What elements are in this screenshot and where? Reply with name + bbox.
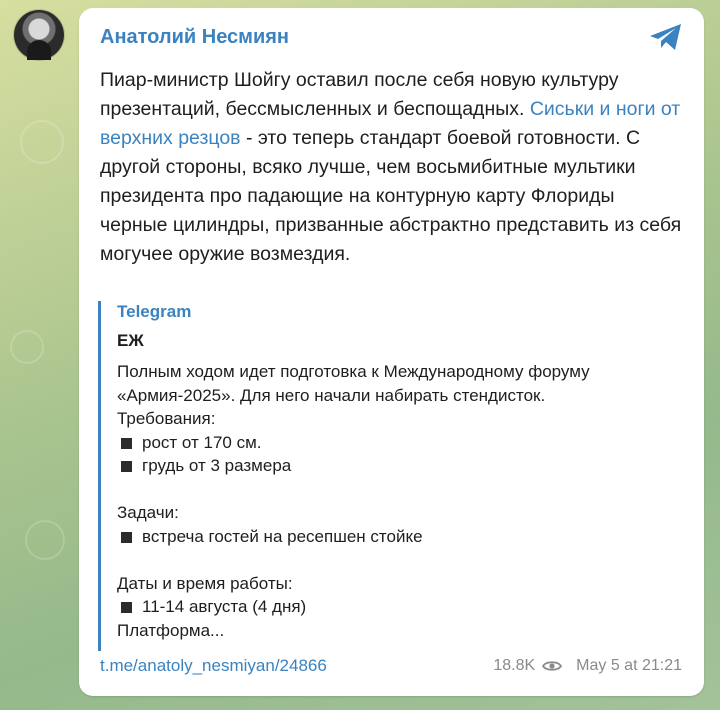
requirement-text: рост от 170 см. xyxy=(142,432,262,452)
quote-line: «Армия-2025». Для него начали набирать с… xyxy=(117,385,546,405)
forwarded-quote[interactable]: Telegram ЕЖ Полным ходом идет подготовка… xyxy=(98,301,678,651)
black-square-icon xyxy=(121,461,132,472)
quote-line: Полным ходом идет подготовка к Междунаро… xyxy=(117,362,590,381)
quote-body: Полным ходом идет подготовка к Междунаро… xyxy=(117,360,678,642)
post-link[interactable]: t.me/anatoly_nesmiyan/24866 xyxy=(100,656,327,676)
author-avatar[interactable] xyxy=(14,10,64,60)
quote-source: Telegram xyxy=(117,302,192,321)
quote-title: ЕЖ xyxy=(117,331,144,350)
date-item: 11-14 августа (4 дня) xyxy=(117,595,678,619)
post-meta: 18.8K May 5 at 21:21 xyxy=(493,657,682,675)
view-count: 18.8K xyxy=(493,657,536,674)
tasks-label: Задачи: xyxy=(117,503,179,522)
task-item: встреча гостей на ресепшен стойке xyxy=(117,525,678,549)
dates-label: Даты и время работы: xyxy=(117,573,293,593)
black-square-icon xyxy=(121,602,132,613)
requirement-text: грудь от 3 размера xyxy=(142,456,292,475)
requirement-item: грудь от 3 размера xyxy=(117,454,678,478)
task-text: встреча гостей на ресепшен стойке xyxy=(142,526,423,546)
background-doodle xyxy=(20,120,64,164)
quote-line: Требования: xyxy=(117,409,216,428)
platform-line: Платформа... xyxy=(117,620,225,640)
telegram-share-icon[interactable] xyxy=(648,22,684,52)
eye-icon xyxy=(542,661,563,671)
background-doodle xyxy=(10,330,44,364)
background-doodle xyxy=(25,520,65,560)
message-text: Пиар-министр Шойгу оставил после себя но… xyxy=(100,66,685,269)
quote-spacer xyxy=(117,478,678,502)
quote-spacer xyxy=(117,548,678,572)
black-square-icon xyxy=(121,437,132,449)
black-square-icon xyxy=(121,531,132,543)
message-bubble: Анатолий Несмиян Пиар-министр Шойгу оста… xyxy=(79,8,704,696)
timestamp: May 5 at 21:21 xyxy=(576,657,682,674)
author-name[interactable]: Анатолий Несмиян xyxy=(100,26,289,49)
requirement-item: рост от 170 см. xyxy=(117,431,678,455)
date-text: 11-14 августа (4 дня) xyxy=(142,597,307,616)
